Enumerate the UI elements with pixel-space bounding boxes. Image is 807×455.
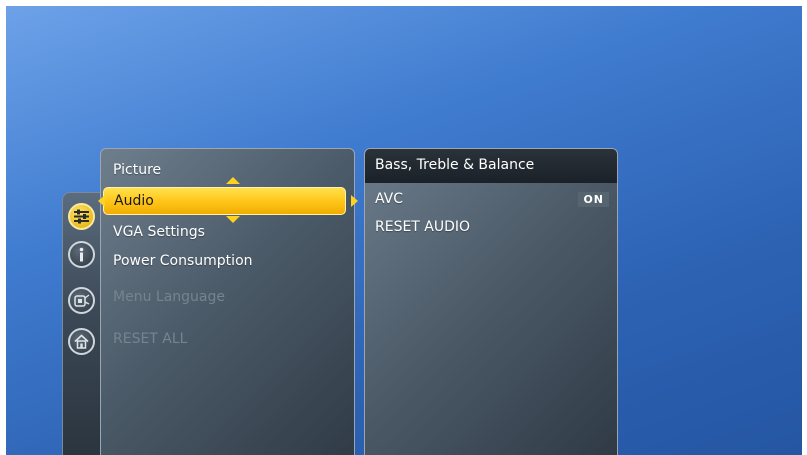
menu-item-menu-language: Menu Language <box>113 289 225 305</box>
sub-item-reset-audio[interactable]: RESET AUDIO <box>375 219 470 235</box>
sub-menu-header: Bass, Treble & Balance <box>365 149 617 183</box>
menu-item-picture[interactable]: Picture <box>113 162 161 178</box>
up-arrow-icon[interactable] <box>226 177 240 184</box>
menu-item-power-consumption[interactable]: Power Consumption <box>113 253 253 269</box>
sub-item-avc[interactable]: AVC <box>375 191 403 207</box>
home-icon[interactable] <box>68 328 95 355</box>
sub-menu-panel: Bass, Treble & Balance AVC ON RESET AUDI… <box>364 148 618 455</box>
menu-item-audio[interactable]: Audio <box>103 187 346 215</box>
settings-sliders-icon[interactable] <box>68 203 95 230</box>
remote-control-icon[interactable] <box>68 287 95 314</box>
menu-item-vga-settings[interactable]: VGA Settings <box>113 224 205 240</box>
tv-screen: Picture Audio VGA Settings Power Consump… <box>6 6 802 455</box>
down-arrow-icon[interactable] <box>226 216 240 223</box>
menu-item-audio-label: Audio <box>114 193 154 209</box>
menu-item-reset-all: RESET ALL <box>113 331 188 347</box>
main-menu-panel: Picture Audio VGA Settings Power Consump… <box>100 148 355 455</box>
category-icon-rail <box>62 192 104 455</box>
sub-menu-title: Bass, Treble & Balance <box>375 157 535 173</box>
left-arrow-icon <box>98 195 105 207</box>
info-icon[interactable] <box>68 241 95 268</box>
right-arrow-icon[interactable] <box>351 195 358 207</box>
avc-status-badge: ON <box>578 192 609 207</box>
